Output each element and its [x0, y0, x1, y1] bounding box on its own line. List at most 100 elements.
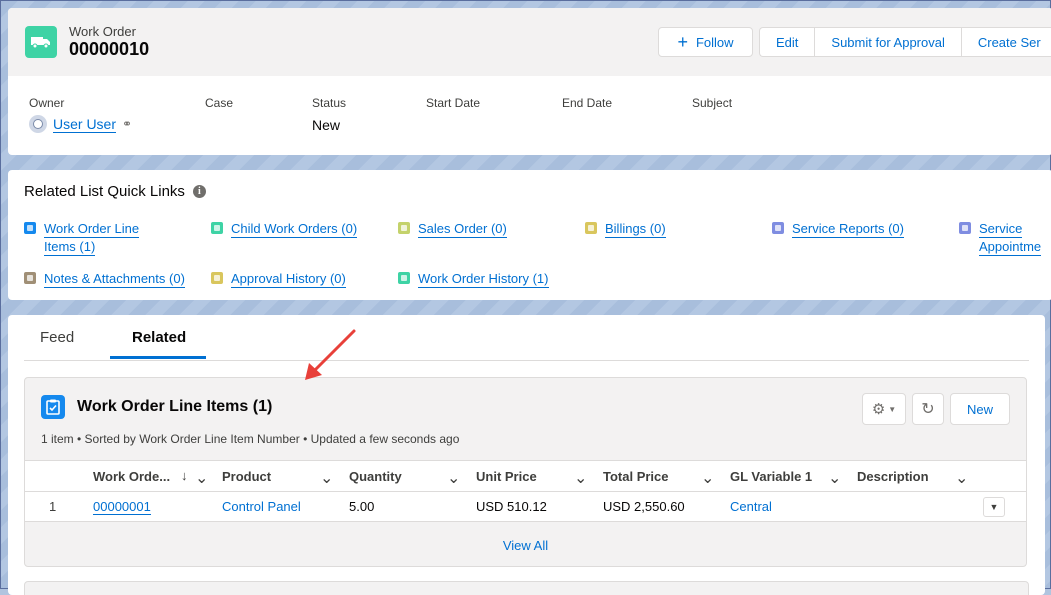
column-header-description[interactable]: Description	[857, 469, 929, 484]
settings-menu-button[interactable]: ⚙ ▼	[862, 393, 906, 425]
work-order-icon	[25, 26, 57, 58]
active-tab-indicator	[110, 356, 206, 359]
next-related-list	[24, 581, 1029, 595]
work-order-line-items-icon	[24, 222, 36, 234]
column-header-gl-variable[interactable]: GL Variable 1	[730, 469, 812, 484]
quick-link-approval-history[interactable]: Approval History (0)	[211, 270, 346, 288]
row-actions-menu[interactable]: ▼	[983, 497, 1005, 517]
edit-button[interactable]: Edit	[759, 27, 815, 57]
tab-related[interactable]: Related	[132, 329, 186, 346]
service-appointments-icon	[959, 222, 971, 234]
chevron-down-icon: ▼	[888, 404, 897, 414]
sales-order-icon	[398, 222, 410, 234]
column-header-total-price[interactable]: Total Price	[603, 469, 669, 484]
quick-link-work-order-history[interactable]: Work Order History (1)	[398, 270, 549, 288]
quick-link-label: Work Order History (1)	[418, 271, 549, 288]
child-work-orders-icon	[211, 222, 223, 234]
record-actions: Edit Submit for Approval Create Ser	[759, 27, 1051, 57]
row-number: 1	[49, 499, 57, 514]
chevron-down-icon[interactable]: ⌄	[955, 468, 968, 488]
refresh-icon: ↻	[921, 401, 935, 418]
submit-for-approval-button[interactable]: Submit for Approval	[814, 27, 961, 57]
owner-value: User User ⚭	[29, 115, 132, 133]
plus-icon: +	[677, 32, 688, 52]
subject-label: Subject	[692, 96, 733, 110]
sort-arrow-icon: ↓	[181, 468, 188, 483]
gl-variable-link[interactable]: Central	[730, 499, 772, 514]
tab-feed[interactable]: Feed	[40, 329, 74, 346]
chevron-down-icon[interactable]: ⌄	[701, 468, 714, 488]
view-all-link[interactable]: View All	[25, 538, 1026, 553]
quick-links-title-text: Related List Quick Links	[24, 183, 185, 200]
related-list-quick-links: Related List Quick Links i Work Order Li…	[8, 170, 1051, 300]
chevron-down-icon[interactable]: ⌄	[574, 468, 587, 488]
quick-link-label: Notes & Attachments (0)	[44, 271, 185, 288]
quick-link-label-line1: Service	[979, 221, 1023, 238]
user-avatar-icon	[29, 115, 47, 133]
main-content: Feed Related Work Order Line Items (1) 1…	[8, 315, 1045, 595]
quick-link-label: Billings (0)	[605, 221, 666, 238]
quick-link-label: Work Order Line Items (1)	[44, 220, 140, 256]
follow-label: Follow	[695, 34, 734, 50]
quantity-cell: 5.00	[349, 499, 375, 514]
column-header-quantity[interactable]: Quantity	[349, 469, 402, 484]
work-order-history-icon	[398, 272, 410, 284]
quick-link-child-work-orders[interactable]: Child Work Orders (0)	[211, 220, 358, 238]
chevron-down-icon[interactable]: ⌄	[195, 468, 208, 488]
owner-label: Owner	[29, 96, 65, 110]
quick-links-title: Related List Quick Links i	[24, 183, 206, 200]
info-icon[interactable]: i	[192, 185, 206, 198]
end-date-label: End Date	[562, 96, 613, 110]
chevron-down-icon[interactable]: ⌄	[828, 468, 841, 488]
quick-link-notes-attachments[interactable]: Notes & Attachments (0)	[24, 270, 185, 288]
quick-link-label: Service Appointme	[979, 220, 1042, 256]
quick-link-service-reports[interactable]: Service Reports (0)	[772, 220, 904, 238]
table-header: Work Orde... ↓ ⌄ Product ⌄ Quantity ⌄ Un…	[25, 460, 1026, 492]
follow-button[interactable]: + Follow	[658, 27, 753, 57]
record-name: 00000010	[69, 39, 150, 59]
start-date-label: Start Date	[426, 96, 481, 110]
quick-link-service-appointments[interactable]: Service Appointme	[959, 220, 1042, 256]
quick-link-label-line1: Work Order Line	[44, 221, 140, 238]
column-header-unit-price[interactable]: Unit Price	[476, 469, 537, 484]
related-list-work-order-line-items: Work Order Line Items (1) 1 item • Sorte…	[24, 377, 1027, 567]
chevron-down-icon[interactable]: ⌄	[320, 468, 333, 488]
related-list-meta: 1 item • Sorted by Work Order Line Item …	[41, 432, 460, 446]
owner-link[interactable]: User User	[53, 116, 117, 133]
record-header-top: Work Order 00000010 + Follow Edit Submit…	[8, 8, 1051, 76]
product-link[interactable]: Control Panel	[222, 499, 301, 514]
clipboard-icon	[41, 395, 65, 419]
notes-attachments-icon	[24, 272, 36, 284]
quick-link-label-line2: Items (1)	[44, 239, 96, 256]
refresh-button[interactable]: ↻	[912, 393, 944, 425]
quick-link-work-order-line-items[interactable]: Work Order Line Items (1)	[24, 220, 140, 256]
chevron-down-icon[interactable]: ⌄	[447, 468, 460, 488]
quick-link-sales-order[interactable]: Sales Order (0)	[398, 220, 507, 238]
record-header: Work Order 00000010 + Follow Edit Submit…	[8, 8, 1051, 155]
new-button[interactable]: New	[950, 393, 1010, 425]
create-service-button[interactable]: Create Ser	[960, 27, 1051, 57]
column-header-work-order[interactable]: Work Orde...	[93, 469, 170, 484]
annotation-arrow-icon	[305, 329, 356, 380]
status-label: Status	[312, 96, 347, 110]
unit-price-cell: USD 510.12	[476, 499, 547, 514]
change-owner-icon[interactable]: ⚭	[122, 117, 132, 131]
related-list-title[interactable]: Work Order Line Items (1)	[77, 398, 272, 416]
approval-history-icon	[211, 272, 223, 284]
chevron-down-icon: ▼	[989, 502, 999, 512]
service-reports-icon	[772, 222, 784, 234]
work-order-link[interactable]: 00000001	[93, 499, 151, 515]
table-row: 1 00000001 Control Panel 5.00 USD 510.12…	[25, 492, 1026, 522]
case-label: Case	[205, 96, 234, 110]
quick-link-label: Approval History (0)	[231, 271, 346, 288]
quick-link-label: Sales Order (0)	[418, 221, 507, 238]
related-list-actions: ⚙ ▼ ↻ New	[862, 393, 1010, 425]
billings-icon	[585, 222, 597, 234]
quick-link-label: Child Work Orders (0)	[231, 221, 358, 238]
column-header-product[interactable]: Product	[222, 469, 271, 484]
quick-link-label: Service Reports (0)	[792, 221, 904, 238]
quick-link-billings[interactable]: Billings (0)	[585, 220, 666, 238]
tab-bar: Feed Related	[24, 315, 1029, 361]
object-type-label: Work Order	[69, 24, 136, 39]
total-price-cell: USD 2,550.60	[603, 499, 685, 514]
